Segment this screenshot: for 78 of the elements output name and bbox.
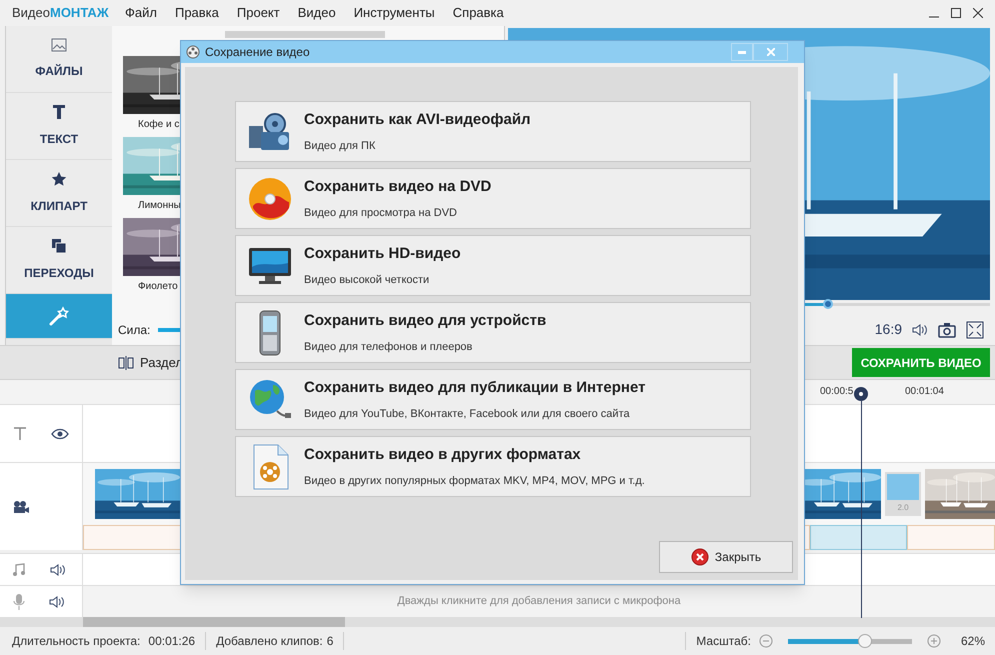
scrollbar-thumb[interactable] bbox=[225, 31, 385, 38]
sidebar-tab[interactable] bbox=[6, 294, 112, 339]
speaker-icon bbox=[49, 594, 65, 608]
menu-item[interactable]: Правка bbox=[174, 3, 220, 23]
image-icon bbox=[51, 38, 67, 52]
squares-icon bbox=[51, 238, 67, 254]
close-button[interactable]: Закрыть bbox=[659, 541, 793, 573]
option-title: Сохранить видео на DVD bbox=[304, 177, 492, 197]
error-icon bbox=[690, 548, 709, 566]
video-camera-icon bbox=[12, 500, 30, 514]
maximize-icon[interactable] bbox=[951, 8, 961, 18]
zoom-in-icon[interactable] bbox=[926, 634, 941, 648]
option-title: Сохранить как AVI-видеофайл bbox=[304, 110, 531, 130]
star-icon bbox=[51, 171, 67, 187]
menu-item[interactable]: Проект bbox=[236, 3, 281, 23]
duration-label: Длительность проекта: bbox=[12, 633, 140, 650]
speaker-icon bbox=[912, 322, 928, 336]
option-subtitle: Видео для телефонов и плееров bbox=[304, 340, 474, 354]
text-track-icon bbox=[13, 426, 27, 440]
camera-icon[interactable] bbox=[938, 322, 956, 338]
disc-icon bbox=[247, 176, 293, 222]
zoom-out-icon[interactable] bbox=[758, 634, 773, 648]
close-icon bbox=[766, 48, 774, 56]
save-option[interactable]: Сохранить видео для публикации в Интернет Видео для YouTube, ВКонтакте, Facebook или для своего сайта bbox=[235, 369, 751, 430]
split-icon bbox=[118, 356, 134, 370]
effect-label[interactable]: Фиолето bbox=[138, 279, 178, 294]
menu-item[interactable]: Инструменты bbox=[352, 3, 436, 23]
sidebar-tab[interactable]: ПЕРЕХОДЫ bbox=[6, 227, 112, 294]
option-title: Сохранить HD-видео bbox=[304, 244, 461, 264]
app-icon bbox=[186, 45, 200, 59]
microphone-icon bbox=[13, 594, 25, 610]
menu-item[interactable]: Файл bbox=[124, 3, 158, 23]
effect-label[interactable]: Кофе и с bbox=[138, 117, 180, 132]
minimize-icon bbox=[738, 50, 746, 54]
save-option[interactable]: Сохранить видео в других форматах Видео в других популярных форматах MKV, MP4, MOV, MPG и т.д. bbox=[235, 436, 751, 497]
clips-value: 6 bbox=[326, 632, 344, 650]
zoom-value: 62% bbox=[960, 633, 985, 650]
option-title: Сохранить видео в других форматах bbox=[304, 445, 582, 465]
magic-wand-icon bbox=[48, 305, 70, 327]
dialog-minimize-button[interactable] bbox=[731, 43, 753, 61]
speaker-icon bbox=[50, 562, 66, 576]
option-title: Сохранить видео для публикации в Интернет bbox=[304, 378, 646, 398]
fullscreen-icon[interactable] bbox=[966, 320, 984, 338]
time-tick: 00:01:04 bbox=[905, 385, 944, 399]
aspect-ratio-label[interactable]: 16:9 bbox=[874, 319, 902, 340]
option-subtitle: Видео для ПК bbox=[304, 138, 376, 154]
option-subtitle: Видео для просмотра на DVD bbox=[304, 206, 458, 220]
save-option[interactable]: Сохранить как AVI-видеофайл Видео для ПК bbox=[235, 101, 751, 162]
dialog-title: Сохранение видео bbox=[205, 44, 310, 61]
sidebar-tab[interactable]: ТЕКСТ bbox=[6, 93, 112, 160]
dialog-close-button[interactable] bbox=[753, 43, 788, 61]
close-icon[interactable] bbox=[973, 8, 983, 18]
option-subtitle: Видео для YouTube, ВКонтакте, Facebook или для своего сайта bbox=[304, 406, 631, 422]
sidebar-tab[interactable]: ФАЙЛЫ bbox=[6, 26, 112, 93]
option-subtitle: Видео в других популярных форматах MKV, MP4, MOV, MPG и т.д. bbox=[304, 474, 645, 488]
menu-item[interactable]: Справка bbox=[452, 3, 505, 23]
time-tick: 00:00:5 bbox=[820, 385, 854, 399]
option-title: Сохранить видео для устройств bbox=[304, 311, 546, 331]
microphone-hint: Дважды кликните для добавления записи с микрофона bbox=[397, 594, 681, 610]
clips-label: Добавлено клипов: bbox=[216, 633, 323, 650]
scrollbar-thumb[interactable] bbox=[83, 617, 345, 627]
effect-label[interactable]: Лимонны bbox=[138, 198, 181, 213]
strength-label: Сила: bbox=[118, 322, 150, 339]
app-logo: ВидеоМОНТАЖ bbox=[12, 4, 110, 22]
duration-value: 00:01:26 bbox=[148, 632, 206, 650]
option-subtitle: Видео высокой четкости bbox=[304, 272, 430, 288]
music-note-icon bbox=[12, 562, 26, 576]
sidebar-tab[interactable]: КЛИПАРТ bbox=[6, 160, 112, 227]
preview-thumb[interactable] bbox=[823, 299, 833, 309]
text-icon bbox=[52, 104, 66, 120]
zoom-thumb[interactable] bbox=[858, 634, 872, 648]
menu-item[interactable]: Видео bbox=[296, 3, 337, 23]
save-option[interactable]: Сохранить видео для устройств Видео для телефонов и плееров bbox=[235, 302, 751, 363]
transition-duration: 2.0 bbox=[897, 502, 909, 514]
save-option[interactable]: Сохранить HD-видео Видео высокой четкости bbox=[235, 235, 751, 296]
zoom-label: Масштаб: bbox=[696, 633, 751, 650]
save-option[interactable]: Сохранить видео на DVD Видео для просмотра на DVD bbox=[235, 168, 751, 229]
eye-icon[interactable] bbox=[51, 428, 69, 440]
